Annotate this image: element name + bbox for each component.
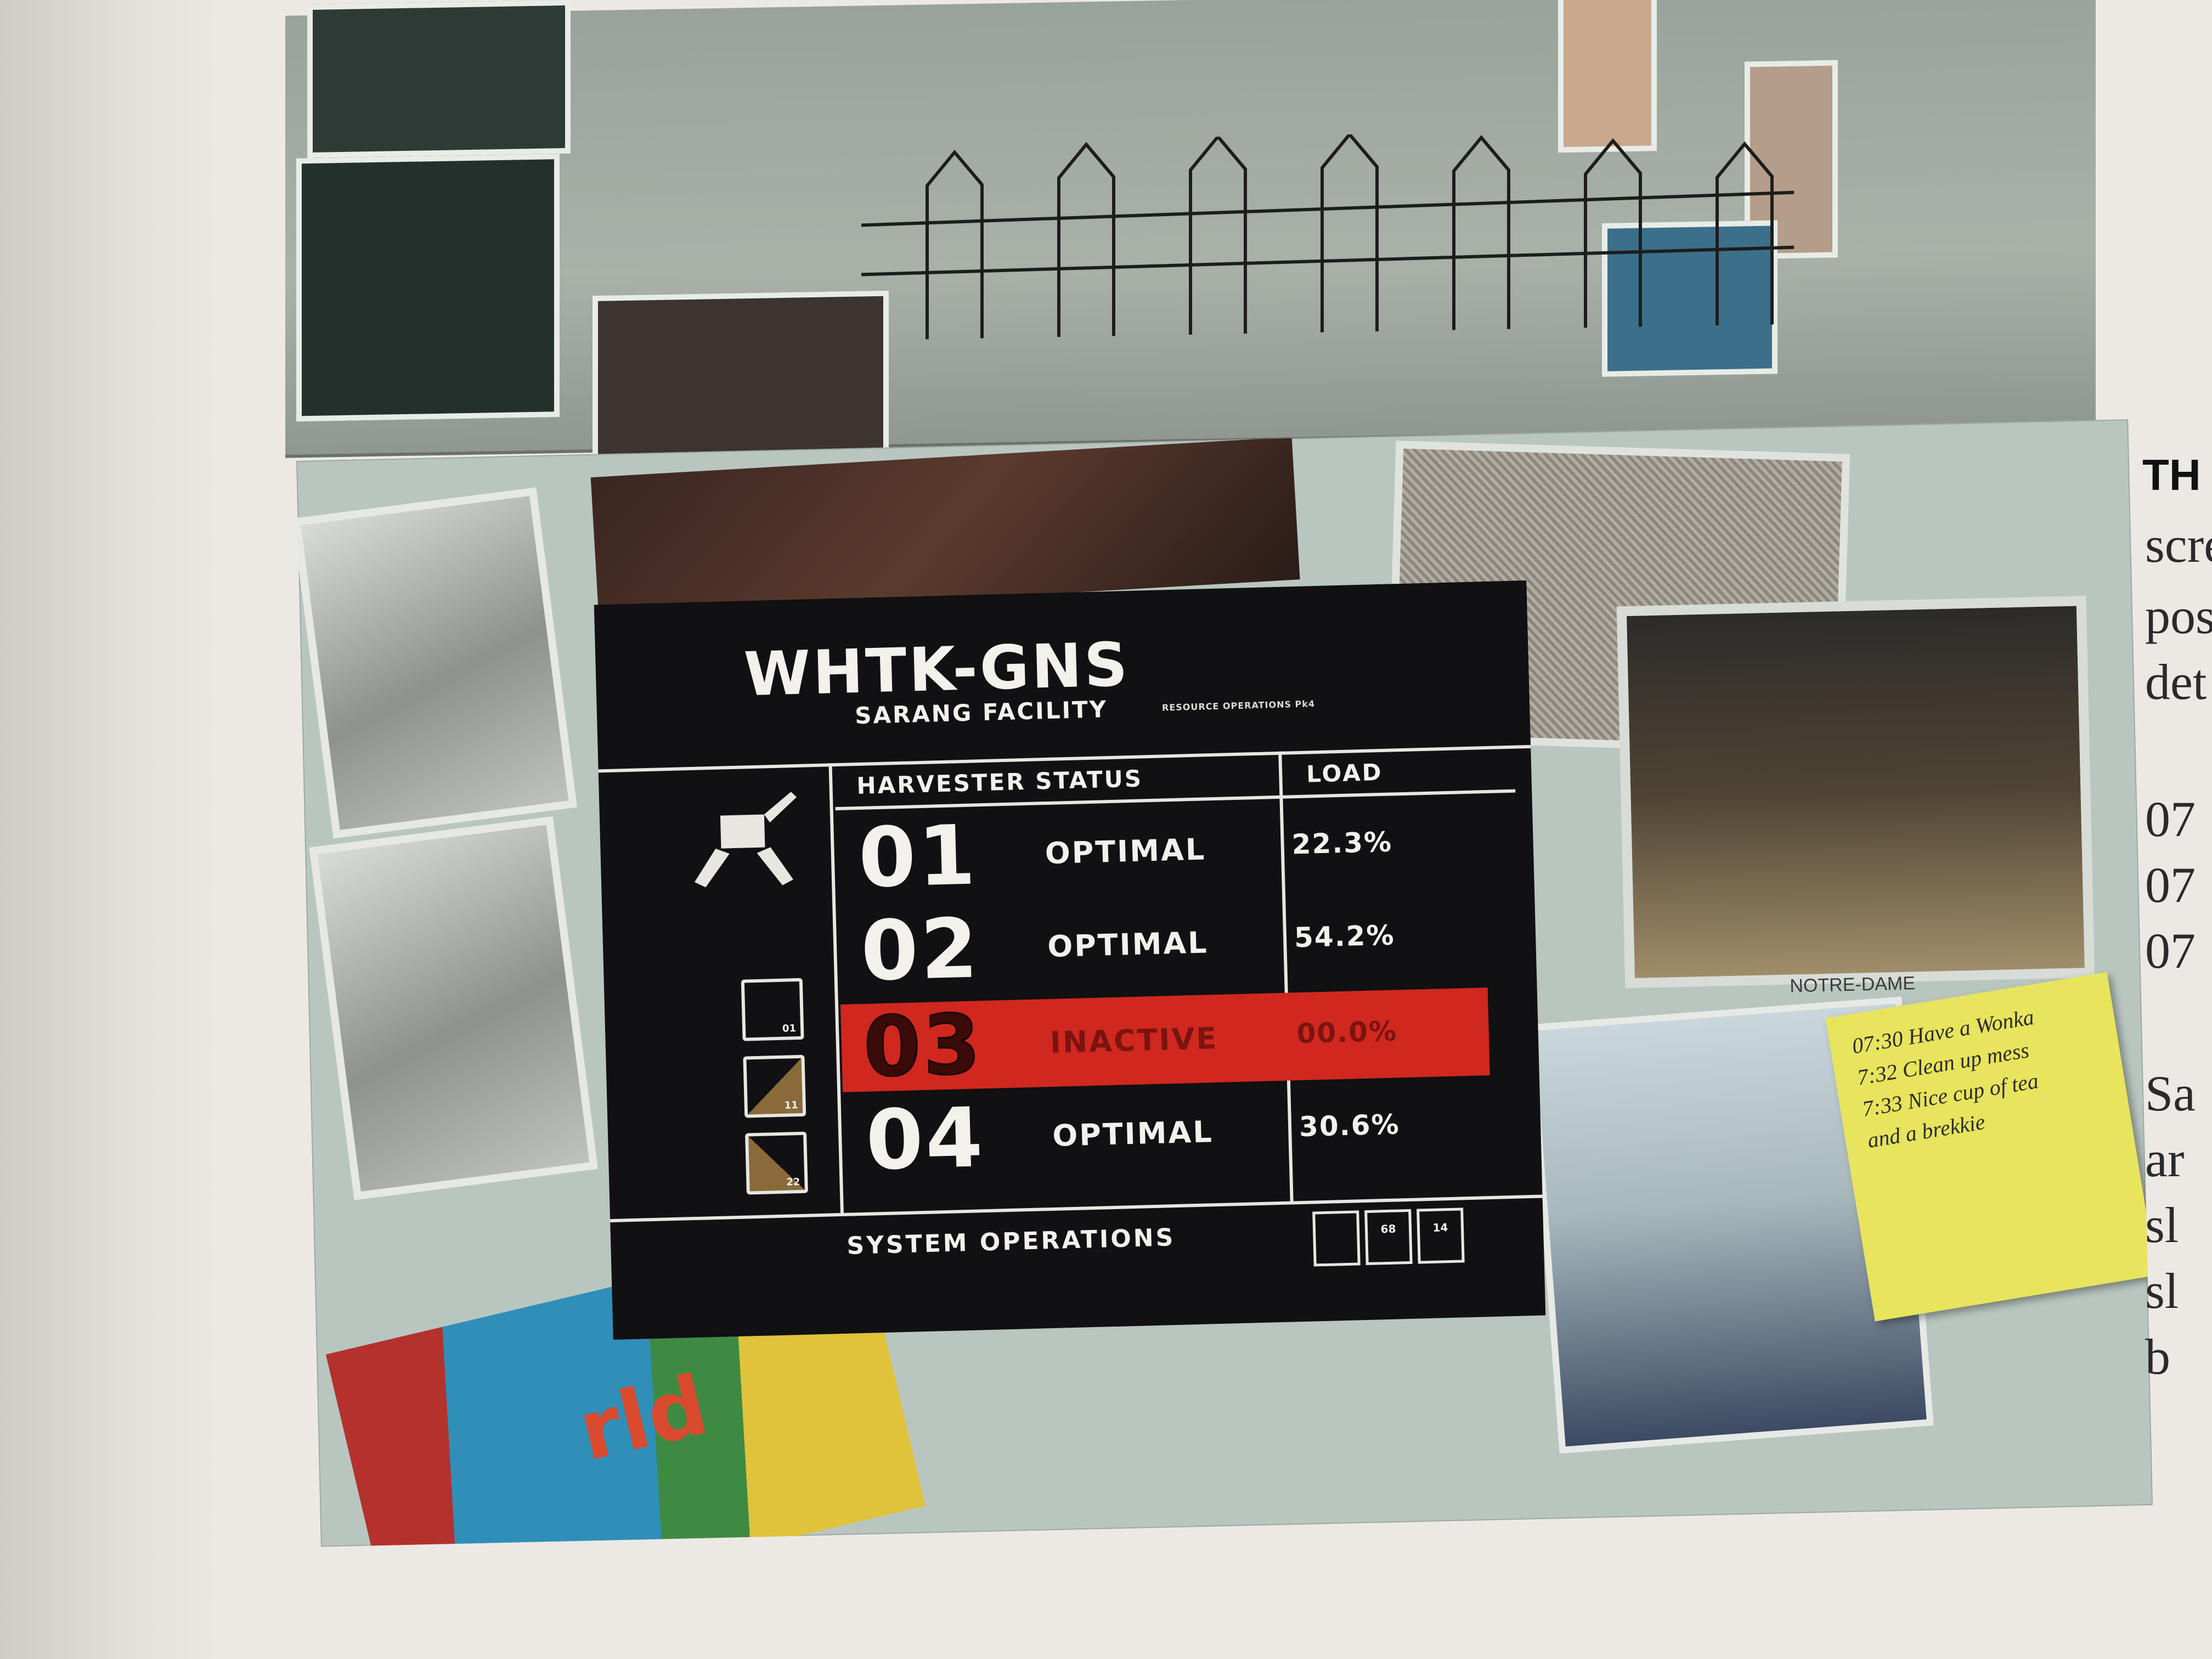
harvester-load: 54.2% — [1294, 919, 1396, 954]
harvester-icon — [695, 792, 797, 888]
triangle-box-icon: 11 — [743, 1054, 806, 1118]
toy-letters: rld — [570, 1357, 716, 1480]
system-operations-label: SYSTEM OPERATIONS — [846, 1223, 1176, 1260]
harvester-load: 30.6% — [1299, 1108, 1401, 1143]
harvester-row-03[interactable]: 03 INACTIVE 00.0% — [840, 988, 1490, 1097]
book-text-line: 07 — [2145, 791, 2196, 847]
background-photo — [309, 816, 599, 1200]
harvester-number: 04 — [865, 1090, 986, 1189]
book-text-line: 07 — [2145, 923, 2196, 979]
harvester-row-01[interactable]: 01 OPTIMAL 22.3% — [836, 798, 1485, 906]
system-operations-box[interactable]: 14 — [1417, 1207, 1465, 1264]
system-operations-box[interactable] — [1312, 1210, 1361, 1267]
notre-dame-label: NOTRE-DAME — [1789, 973, 1916, 997]
top-photo-snapshot — [592, 290, 889, 472]
book-gutter — [0, 0, 230, 1659]
top-photo-snapshot — [296, 154, 560, 422]
side-box-label: 22 — [786, 1176, 800, 1188]
harvester-load: 22.3% — [1291, 826, 1393, 861]
book-text-line: ar — [2145, 1131, 2185, 1187]
facility-caption: RESOURCE OPERATIONS Pk4 — [1161, 698, 1316, 713]
side-box-label: 01 — [782, 1023, 797, 1035]
book-text-line: pos — [2145, 588, 2212, 644]
harvester-status-screen: WHTK-GNS SARANG FACILITY RESOURCE OPERAT… — [594, 580, 1546, 1340]
harvester-status: OPTIMAL — [1047, 925, 1209, 964]
system-operations-box[interactable]: 68 — [1364, 1209, 1413, 1266]
harvester-status: INACTIVE — [1049, 1020, 1218, 1060]
book-text-line: sl — [2145, 1263, 2179, 1319]
harvester-status: OPTIMAL — [1052, 1114, 1214, 1153]
harvester-number: 02 — [860, 901, 981, 1000]
harvester-load: 00.0% — [1296, 1015, 1398, 1050]
background-photo — [296, 487, 577, 839]
book-text-line: Sa — [2145, 1065, 2196, 1121]
book-text-line: b — [2145, 1329, 2170, 1385]
book-text-line: scre — [2145, 517, 2212, 573]
harvester-row-04[interactable]: 04 OPTIMAL 30.6% — [843, 1081, 1492, 1189]
harvester-row-02[interactable]: 02 OPTIMAL 54.2% — [838, 891, 1487, 1000]
fence-drawing — [861, 132, 1794, 340]
top-photo-snapshot — [307, 0, 571, 159]
top-photo-kids-drawing — [285, 0, 2096, 472]
notre-dame-photo — [1616, 596, 2095, 989]
triangle-box-icon: 22 — [745, 1131, 808, 1195]
book-heading: TH — [2142, 450, 2201, 499]
book-text-line: sl — [2145, 1197, 2179, 1253]
book-text-line: 07 — [2145, 857, 2196, 913]
book-text-line: det — [2145, 654, 2207, 710]
square-box-icon: 01 — [741, 978, 804, 1041]
harvester-number: 01 — [857, 808, 979, 906]
sticky-note: 07:30 Have a Wonka 7:32 Clean up mess 7:… — [1825, 972, 2153, 1322]
harvester-status-header: HARVESTER STATUS — [856, 765, 1143, 800]
side-box-label: 11 — [784, 1099, 799, 1111]
load-header: LOAD — [1306, 758, 1384, 788]
harvester-status: OPTIMAL — [1045, 832, 1206, 871]
harvester-number: 03 — [861, 996, 984, 1097]
